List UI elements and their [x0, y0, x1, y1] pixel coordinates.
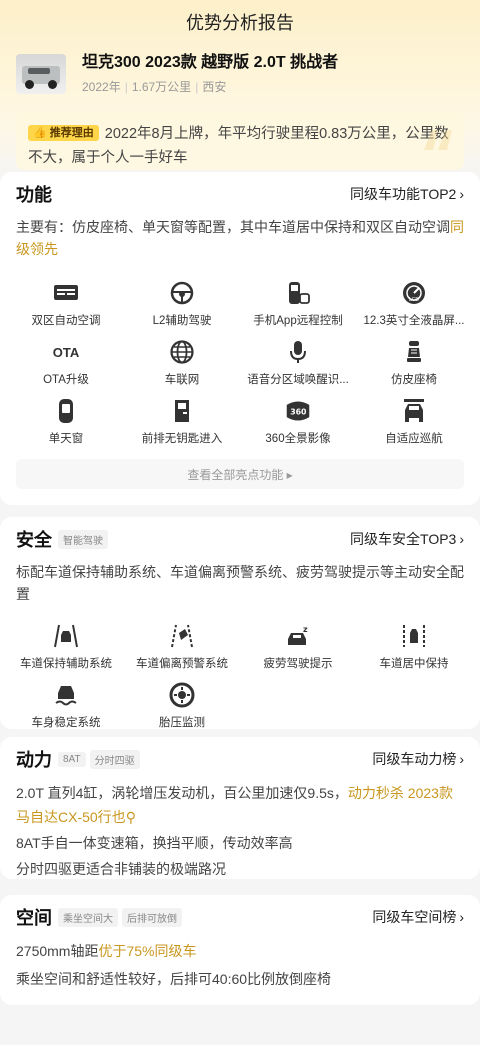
car-year: 2022年: [82, 80, 121, 94]
function-item[interactable]: LCD 12.3英寸全液晶屏...: [356, 278, 472, 337]
safety-grid: 车道保持辅助系统 车道偏离预警系统 z 疲劳驾驶提示 车道居中保持 车身稳定系统…: [0, 605, 480, 739]
power-card: 动力 8AT 分时四驱 同级车动力榜 › 2.0T 直列4缸，涡轮增压发动机，百公里加…: [0, 737, 480, 879]
safety-tag: 智能驾驶: [58, 529, 108, 549]
function-item[interactable]: 手机App远程控制: [240, 278, 356, 337]
lane-departure-icon: [167, 621, 197, 651]
power-drive-desc: 分时四驱更适合非铺装的极端路况: [16, 861, 226, 877]
function-item[interactable]: 单天窗: [8, 396, 124, 455]
power-engine-desc: 2.0T 直列4缸，涡轮增压发动机，百公里加速仅9.5s，动力秒杀 2023款马…: [16, 785, 453, 825]
car-summary[interactable]: 坦克300 2023款 越野版 2.0T 挑战者 2022年 | 1.67万公里 | 西…: [0, 44, 480, 96]
safety-item[interactable]: 车道居中保持: [356, 621, 472, 680]
power-gearbox-desc: 8AT手自一体变速箱，换挡平顺，传动效率高: [16, 835, 293, 851]
safety-title: 安全: [16, 530, 52, 550]
quote-icon: [424, 130, 452, 150]
function-item[interactable]: 车联网: [124, 337, 240, 396]
space-wheelbase-desc: 2750mm轴距优于75%同级车: [16, 943, 197, 959]
function-item[interactable]: 自适应巡航: [356, 396, 472, 455]
svg-text:z: z: [303, 625, 308, 634]
space-title: 空间: [16, 908, 52, 928]
function-item[interactable]: L2辅助驾驶: [124, 278, 240, 337]
tire-pressure-icon: [167, 680, 197, 710]
car-name: 坦克300 2023款 越野版 2.0T 挑战者: [82, 54, 339, 71]
safety-item[interactable]: 车道偏离预警系统: [124, 621, 240, 680]
function-grid: 双区自动空调 L2辅助驾驶 手机App远程控制 LCD 12.3英寸全液晶屏..…: [0, 260, 480, 455]
safety-item[interactable]: 胎压监测: [124, 680, 240, 739]
function-item[interactable]: 前排无钥匙进入: [124, 396, 240, 455]
fatigue-icon: z: [283, 621, 313, 651]
power-title: 动力: [16, 750, 52, 770]
chevron-right-icon: ›: [459, 531, 464, 547]
safety-item[interactable]: 车身稳定系统: [8, 680, 124, 739]
microphone-icon: [283, 337, 313, 367]
svg-text:LCD: LCD: [409, 297, 419, 303]
function-item[interactable]: 语音分区域唤醒识...: [240, 337, 356, 396]
page-title: 优势分析报告: [186, 13, 294, 33]
climate-icon: [51, 278, 81, 308]
search-icon: ⚲: [125, 809, 136, 825]
function-card: 功能 同级车功能TOP2 › 主要有：仿皮座椅、单天窗等配置，其中车道居中保持和双…: [0, 172, 480, 505]
cruise-icon: [399, 396, 429, 426]
space-rank-link[interactable]: 同级车空间榜 ›: [372, 907, 464, 927]
camera-360-icon: 360: [283, 396, 313, 426]
car-mileage: 1.67万公里: [131, 80, 192, 94]
recommend-badge: 👍 推荐理由: [28, 125, 99, 141]
chevron-right-icon: ›: [459, 186, 464, 202]
power-rank-link[interactable]: 同级车动力榜 ›: [372, 749, 464, 769]
recommend-reason: 👍 推荐理由 2022年8月上牌，年平均行驶里程0.83万公里，公里数不大，属于个…: [16, 112, 464, 170]
title-bar: 优势分析报告: [0, 0, 480, 44]
car-city: 西安: [202, 80, 227, 94]
space-card: 空间 乘坐空间大 后排可放倒 同级车空间榜 › 2750mm轴距优于75%同级车 乘坐…: [0, 895, 480, 1005]
svg-text:360: 360: [290, 407, 307, 416]
stability-icon: [51, 680, 81, 710]
power-tag: 分时四驱: [89, 749, 140, 769]
view-all-features-button[interactable]: 查看全部亮点功能 ▸: [16, 459, 464, 489]
sunroof-icon: [51, 396, 81, 426]
space-comfort-desc: 乘坐空间和舒适性较好，后排可40:60比例放倒座椅: [16, 971, 332, 987]
chevron-right-icon: ›: [459, 751, 464, 767]
space-tag: 乘坐空间大: [58, 907, 118, 927]
function-title: 功能: [16, 185, 52, 205]
chevron-right-icon: ›: [459, 909, 464, 925]
seat-icon: [399, 337, 429, 367]
function-item[interactable]: OTA OTA升级: [8, 337, 124, 396]
globe-icon: [167, 337, 197, 367]
function-desc: 主要有：仿皮座椅、单天窗等配置，其中车道居中保持和双区自动空调同级领先: [16, 219, 464, 257]
function-item[interactable]: 360 360全景影像: [240, 396, 356, 455]
phone-remote-icon: [283, 278, 313, 308]
function-item[interactable]: 仿皮座椅: [356, 337, 472, 396]
function-rank-link[interactable]: 同级车功能TOP2 ›: [350, 184, 464, 204]
lcd-gauge-icon: LCD: [399, 278, 429, 308]
ota-icon: OTA: [52, 344, 80, 360]
safety-rank-link[interactable]: 同级车安全TOP3 ›: [350, 529, 464, 549]
lane-center-icon: [399, 621, 429, 651]
car-meta: 2022年 | 1.67万公里 | 西安: [82, 80, 227, 94]
space-tag: 后排可放倒: [122, 907, 182, 927]
car-thumbnail: [16, 54, 66, 94]
lane-keep-icon: [51, 621, 81, 651]
steering-wheel-icon: [167, 278, 197, 308]
function-item[interactable]: 双区自动空调: [8, 278, 124, 337]
safety-item[interactable]: z 疲劳驾驶提示: [240, 621, 356, 680]
power-tag: 8AT: [58, 751, 86, 767]
safety-card: 安全 智能驾驶 同级车安全TOP3 › 标配车道保持辅助系统、车道偏离预警系统、疲劳…: [0, 517, 480, 729]
safety-desc: 标配车道保持辅助系统、车道偏离预警系统、疲劳驾驶提示等主动安全配置: [16, 564, 464, 602]
car-door-icon: [167, 396, 197, 426]
safety-item[interactable]: 车道保持辅助系统: [8, 621, 124, 680]
